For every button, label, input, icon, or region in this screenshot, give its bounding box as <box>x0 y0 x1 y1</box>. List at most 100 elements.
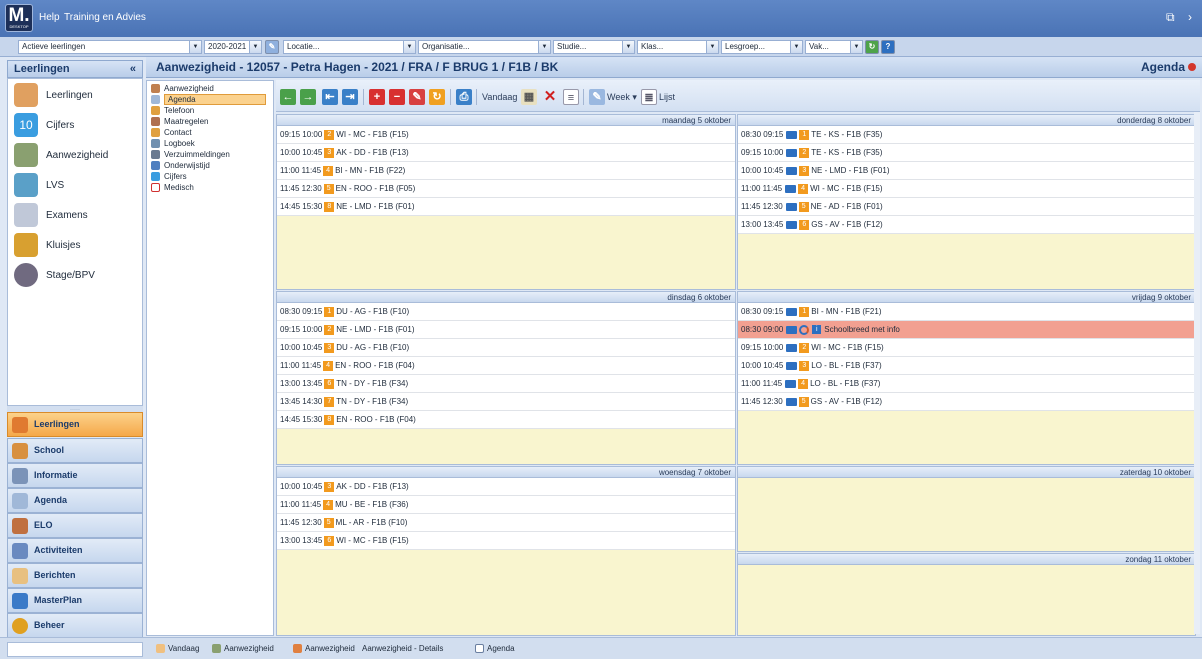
chevron-down-icon[interactable]: ▼ <box>850 41 862 53</box>
lesson-item[interactable]: 11:00 11:45 4 WI - MC - F1B (F15) <box>738 180 1195 198</box>
status-tab-vandaag[interactable]: Vandaag <box>156 643 199 655</box>
chevron-down-icon[interactable]: ▼ <box>249 41 261 53</box>
nav-beheer[interactable]: Beheer <box>7 613 143 638</box>
next-icon[interactable]: → <box>300 89 316 105</box>
left-item-stage[interactable]: Stage/BPV <box>14 261 142 289</box>
chevron-down-icon[interactable]: ▼ <box>706 41 718 53</box>
lesson-item[interactable]: 08:30 09:15 1 DU - AG - F1B (F10) <box>277 303 735 321</box>
print-icon[interactable]: ⎙ <box>456 89 472 105</box>
lesson-item[interactable]: 13:00 13:45 6 WI - MC - F1B (F15) <box>277 532 735 550</box>
calendar-icon[interactable]: ▦ <box>521 89 537 105</box>
tree-item-verzuimmeldingen[interactable]: Verzuimmeldingen <box>149 149 269 160</box>
lesgroep-filter[interactable]: Lesgroep... ▼ <box>721 40 803 54</box>
chevron-down-icon[interactable]: ▼ <box>403 41 415 53</box>
left-item-kluisjes[interactable]: Kluisjes <box>14 231 142 259</box>
close-icon[interactable] <box>1188 63 1196 71</box>
nav-berichten[interactable]: Berichten <box>7 563 143 588</box>
list-icon[interactable]: ≡ <box>563 89 579 105</box>
studie-filter[interactable]: Studie... ▼ <box>553 40 635 54</box>
lesson-item[interactable]: 11:45 12:30 5 GS - AV - F1B (F12) <box>738 393 1195 411</box>
nav-agenda[interactable]: Agenda <box>7 488 143 513</box>
nav-masterplan[interactable]: MasterPlan <box>7 588 143 613</box>
tree-item-logboek[interactable]: Logboek <box>149 138 269 149</box>
klas-filter[interactable]: Klas... ▼ <box>637 40 719 54</box>
chevron-down-icon[interactable]: ▼ <box>622 41 634 53</box>
lesson-item[interactable]: 09:15 10:00 2 WI - MC - F1B (F15) <box>277 126 735 144</box>
tree-item-telefoon[interactable]: Telefoon <box>149 105 269 116</box>
week-icon[interactable]: ✎ <box>589 89 605 105</box>
lesson-item[interactable]: 10:00 10:45 3 AK - DD - F1B (F13) <box>277 478 735 496</box>
status-tab-aanwezigheid-2[interactable]: Aanwezigheid <box>293 643 355 655</box>
lesson-item[interactable]: 13:00 13:45 6 GS - AV - F1B (F12) <box>738 216 1195 234</box>
lesson-item[interactable]: 09:15 10:00 2 TE - KS - F1B (F35) <box>738 144 1195 162</box>
status-tab-details[interactable]: Aanwezigheid - Details <box>362 643 443 655</box>
lesson-item[interactable]: 11:45 12:30 5 EN - ROO - F1B (F05) <box>277 180 735 198</box>
jaar-filter[interactable]: 2020-2021 ▼ <box>204 40 262 54</box>
menu-help[interactable]: Help <box>39 12 60 23</box>
locatie-filter[interactable]: Locatie... ▼ <box>283 40 416 54</box>
lesson-item[interactable]: 11:00 11:45 4 MU - BE - F1B (F36) <box>277 496 735 514</box>
menu-training[interactable]: Training en Advies <box>64 12 146 23</box>
leerlingen-filter[interactable]: Actieve leerlingen ▼ <box>18 40 202 54</box>
lesson-item[interactable]: 08:30 09:15 1 TE - KS - F1B (F35) <box>738 126 1195 144</box>
nav-school[interactable]: School <box>7 438 143 463</box>
delete-icon[interactable]: ✕ <box>542 89 558 105</box>
status-tab-agenda[interactable]: Agenda <box>475 643 515 655</box>
chevron-down-icon[interactable]: ▼ <box>790 41 802 53</box>
edit-icon[interactable]: ✎ <box>409 89 425 105</box>
lesson-item[interactable]: 14:45 15:30 8 NE - LMD - F1B (F01) <box>277 198 735 216</box>
nav-activiteiten[interactable]: Activiteiten <box>7 538 143 563</box>
lesson-item[interactable]: 09:15 10:00 2 NE - LMD - F1B (F01) <box>277 321 735 339</box>
help-icon[interactable]: ? <box>881 40 895 54</box>
lesson-item[interactable]: 11:45 12:30 5 NE - AD - F1B (F01) <box>738 198 1195 216</box>
left-item-lvs[interactable]: LVS <box>14 171 142 199</box>
tree-item-medisch[interactable]: Medisch <box>149 182 269 193</box>
lesson-item[interactable]: 11:00 11:45 4 BI - MN - F1B (F22) <box>277 162 735 180</box>
lesson-item[interactable]: 08:30 09:00 i Schoolbreed met info <box>738 321 1195 339</box>
nav-elo[interactable]: ELO <box>7 513 143 538</box>
tree-item-aanwezigheid[interactable]: Aanwezigheid <box>149 83 269 94</box>
nav-informatie[interactable]: Informatie <box>7 463 143 488</box>
lesson-item[interactable]: 13:00 13:45 6 TN - DY - F1B (F34) <box>277 375 735 393</box>
organisatie-filter[interactable]: Organisatie... ▼ <box>418 40 551 54</box>
collapse-icon[interactable]: « <box>130 61 136 77</box>
close-icon[interactable]: › <box>1188 10 1192 24</box>
status-field[interactable] <box>7 642 143 657</box>
previous-icon[interactable]: ← <box>280 89 296 105</box>
left-item-aanwezigheid[interactable]: Aanwezigheid <box>14 141 142 169</box>
lesson-item[interactable]: 08:30 09:15 1 BI - MN - F1B (F21) <box>738 303 1195 321</box>
last-icon[interactable]: ⇥ <box>342 89 358 105</box>
restore-icon[interactable]: ⧉ <box>1166 10 1175 25</box>
list-view-icon[interactable]: ≣ <box>641 89 657 105</box>
tree-item-cijfers[interactable]: Cijfers <box>149 171 269 182</box>
tree-item-onderwijstijd[interactable]: Onderwijstijd <box>149 160 269 171</box>
lesson-item[interactable]: 11:45 12:30 5 ML - AR - F1B (F10) <box>277 514 735 532</box>
lesson-item[interactable]: 10:00 10:45 3 DU - AG - F1B (F10) <box>277 339 735 357</box>
vandaag-button[interactable]: Vandaag <box>482 92 517 102</box>
tree-item-agenda[interactable]: Agenda <box>149 94 269 105</box>
left-item-leerlingen[interactable]: Leerlingen <box>14 81 142 109</box>
app-logo[interactable]: M. DESKTOP <box>5 4 33 32</box>
pencil-icon[interactable]: ✎ <box>265 40 279 54</box>
lijst-button[interactable]: Lijst <box>659 92 675 102</box>
lesson-item[interactable]: 11:00 11:45 4 LO - BL - F1B (F37) <box>738 375 1195 393</box>
vertical-scrollbar[interactable] <box>1194 112 1200 634</box>
add-icon[interactable]: + <box>369 89 385 105</box>
lesson-item[interactable]: 10:00 10:45 3 LO - BL - F1B (F37) <box>738 357 1195 375</box>
lesson-item[interactable]: 09:15 10:00 2 WI - MC - F1B (F15) <box>738 339 1195 357</box>
refresh-icon[interactable]: ↻ <box>865 40 879 54</box>
refresh-icon[interactable]: ↻ <box>429 89 445 105</box>
lesson-item[interactable]: 10:00 10:45 3 AK - DD - F1B (F13) <box>277 144 735 162</box>
lesson-item[interactable]: 14:45 15:30 8 EN - ROO - F1B (F04) <box>277 411 735 429</box>
left-item-cijfers[interactable]: 10 Cijfers <box>14 111 142 139</box>
lesson-item[interactable]: 10:00 10:45 3 NE - LMD - F1B (F01) <box>738 162 1195 180</box>
status-tab-aanwezigheid[interactable]: Aanwezigheid <box>212 643 274 655</box>
chevron-down-icon[interactable]: ▼ <box>189 41 201 53</box>
remove-icon[interactable]: − <box>389 89 405 105</box>
lesson-item[interactable]: 13:45 14:30 7 TN - DY - F1B (F34) <box>277 393 735 411</box>
tree-item-maatregelen[interactable]: Maatregelen <box>149 116 269 127</box>
week-dropdown[interactable]: Week ▾ <box>607 92 637 103</box>
left-item-examens[interactable]: Examens <box>14 201 142 229</box>
vak-filter[interactable]: Vak... ▼ <box>805 40 863 54</box>
chevron-down-icon[interactable]: ▼ <box>538 41 550 53</box>
